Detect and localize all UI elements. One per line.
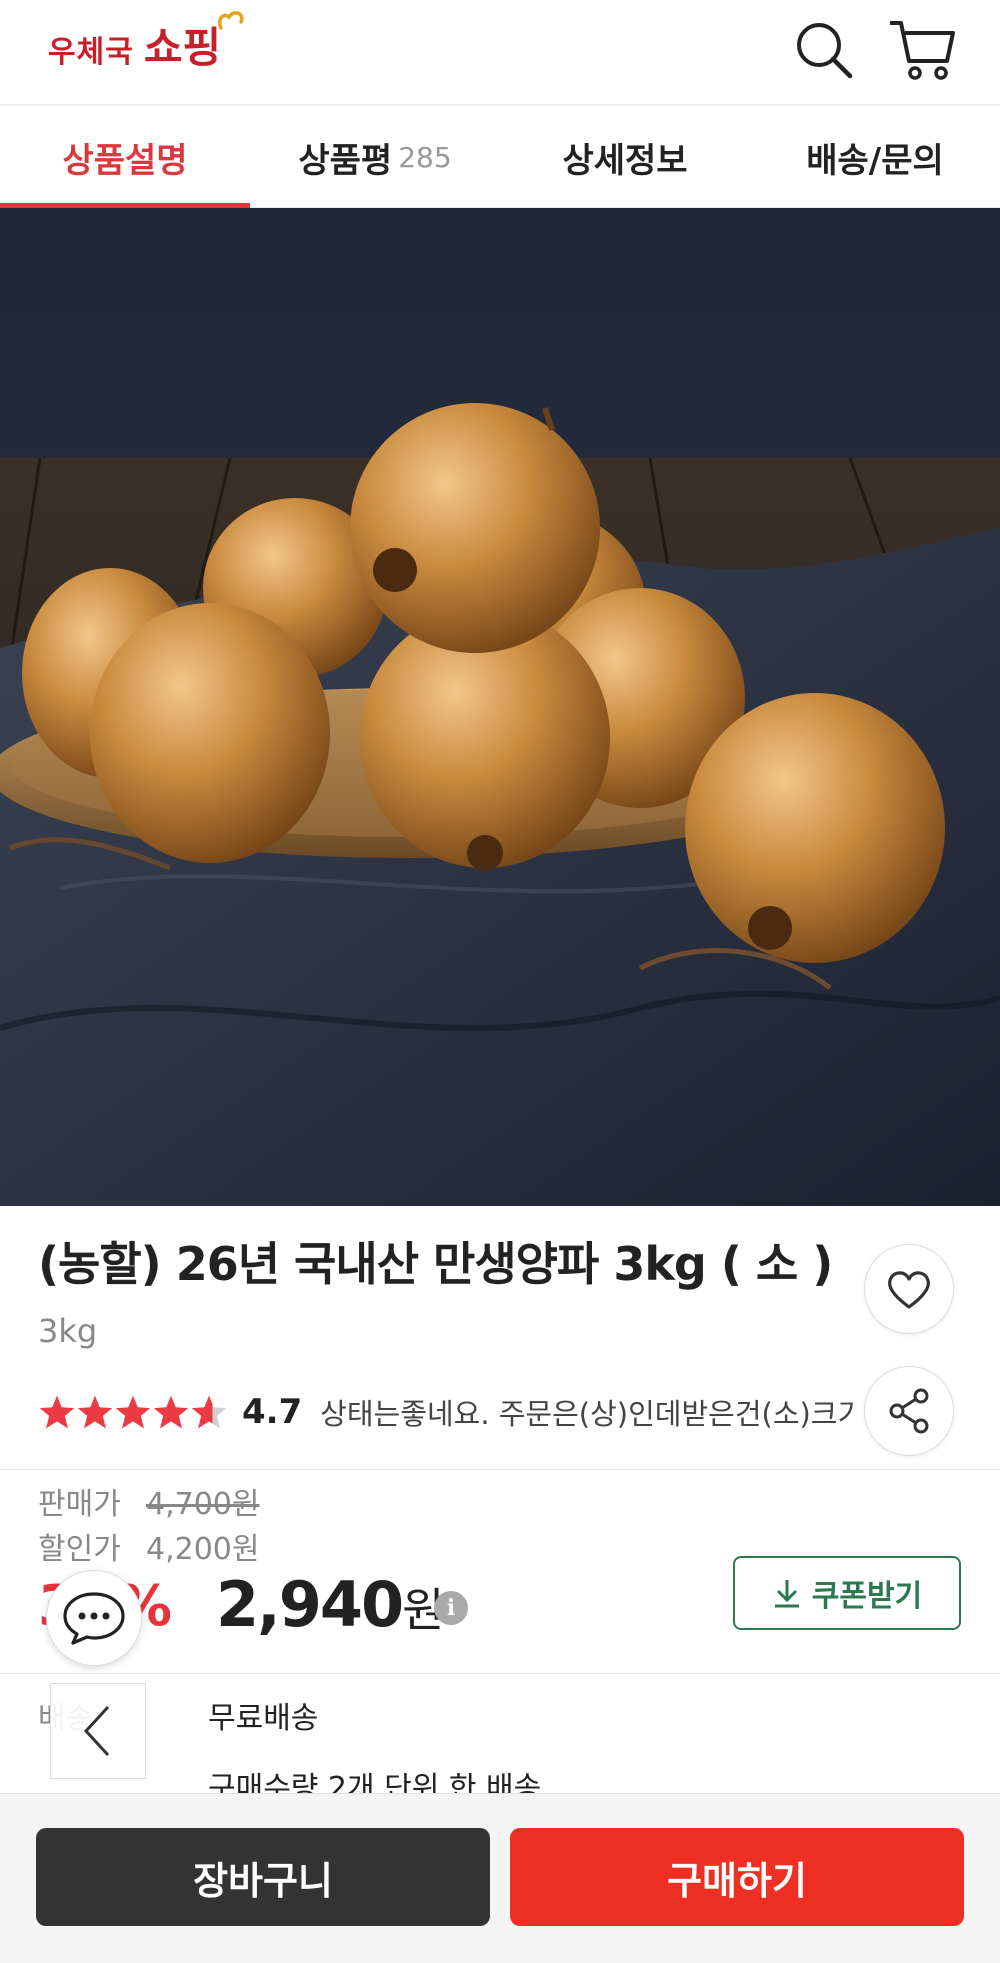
cart-button[interactable] — [886, 14, 958, 86]
tab-shipping-inquiry[interactable]: 배송/문의 — [750, 106, 1000, 208]
coupon-button[interactable]: 쿠폰받기 — [733, 1556, 961, 1630]
tab-description-label: 상품설명 — [62, 140, 188, 181]
rating-stars — [38, 1394, 228, 1430]
shipping-value: 무료배송 — [208, 1701, 319, 1736]
logo[interactable]: 우체국 쇼핑 — [48, 11, 244, 84]
chat-button[interactable] — [46, 1570, 142, 1666]
half-star-icon — [191, 1395, 227, 1429]
tab-description[interactable]: 상품설명 — [0, 106, 250, 209]
final-price: 2,940원 — [216, 1568, 444, 1641]
sale-price-label: 판매가 — [38, 1487, 121, 1522]
heart-logo-icon — [218, 11, 244, 30]
star-icon — [39, 1395, 75, 1429]
heart-icon — [888, 1271, 930, 1309]
search-button[interactable] — [788, 14, 860, 86]
tab-reviews[interactable]: 상품평 285 — [250, 106, 500, 208]
review-count: 285 — [398, 140, 452, 174]
buy-now-button[interactable]: 구매하기 — [510, 1828, 964, 1926]
chevron-left-icon — [83, 1705, 110, 1757]
share-icon — [889, 1388, 929, 1434]
cart-icon — [890, 21, 955, 80]
onion-photo — [0, 208, 1000, 1206]
logo-big-text: 쇼핑 — [143, 11, 244, 75]
star-icon — [77, 1395, 113, 1429]
download-icon — [774, 1580, 799, 1608]
top-header: 우체국 쇼핑 — [0, 0, 1000, 106]
final-price-value: 2,940 — [216, 1568, 404, 1641]
bottom-action-bar: 장바구니 구매하기 — [0, 1793, 1000, 1963]
chat-bubble-icon — [63, 1592, 125, 1645]
tab-reviews-label: 상품평 — [298, 140, 393, 181]
price-info-icon[interactable]: i — [434, 1591, 468, 1625]
rating-value: 4.7 — [242, 1392, 303, 1432]
tab-details-label: 상세정보 — [562, 140, 688, 181]
rating-row[interactable]: 4.7 상태는좋네요. 주문은(상)인데받은건(소)크기네 — [38, 1384, 858, 1440]
product-option: 3kg — [38, 1312, 98, 1350]
search-icon — [797, 23, 853, 79]
tab-shipping-label: 배송/문의 — [806, 140, 944, 181]
product-tabs: 상품설명 상품평 285 상세정보 배송/문의 — [0, 106, 1000, 209]
back-button[interactable] — [50, 1683, 146, 1779]
like-button[interactable] — [864, 1244, 954, 1334]
sale-price-value: 4,700원 — [146, 1487, 260, 1522]
coupon-button-label: 쿠폰받기 — [811, 1579, 923, 1614]
product-title: (농할) 26년 국내산 만생양파 3kg ( 소 ) — [38, 1237, 833, 1291]
divider — [0, 1469, 1000, 1470]
star-icon — [153, 1395, 189, 1429]
discount-price-label: 할인가 — [38, 1532, 121, 1567]
product-image[interactable] — [0, 208, 1000, 1206]
logo-small-text: 우체국 — [48, 35, 134, 70]
divider — [0, 1673, 1000, 1674]
tab-details[interactable]: 상세정보 — [500, 106, 750, 208]
star-icon — [115, 1395, 151, 1429]
logo-big-label: 쇼핑 — [143, 23, 222, 72]
add-to-cart-button[interactable]: 장바구니 — [36, 1828, 490, 1926]
share-button[interactable] — [864, 1366, 954, 1456]
review-snippet: 상태는좋네요. 주문은(상)인데받은건(소)크기네 — [320, 1397, 858, 1431]
discount-price-value: 4,200원 — [146, 1532, 260, 1567]
